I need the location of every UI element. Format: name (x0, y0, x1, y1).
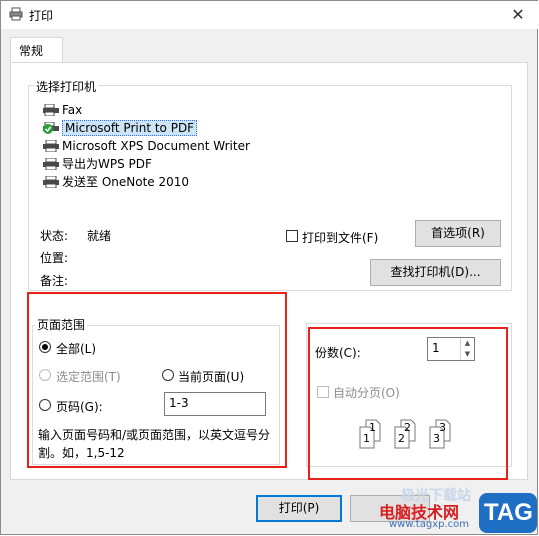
page-range-highlight (27, 292, 287, 468)
find-printer-button[interactable]: 查找打印机(D)... (370, 259, 501, 286)
default-printer-icon (43, 122, 59, 134)
printer-item-fax[interactable]: Fax (41, 101, 291, 119)
title-bar: 打印 ✕ (1, 1, 538, 29)
print-to-file-label[interactable]: 打印到文件(F) (302, 229, 378, 246)
window-title: 打印 (29, 9, 54, 23)
printer-item-xps-writer[interactable]: Microsoft XPS Document Writer (41, 137, 291, 155)
printer-app-icon (9, 7, 23, 21)
printer-icon (43, 158, 59, 170)
watermark: 极光下载站 电脑技术网 www.tagxp.com TAG (373, 485, 539, 535)
select-printer-label: 选择打印机 (34, 78, 99, 95)
preferences-button[interactable]: 首选项(R) (415, 220, 501, 247)
printer-icon (43, 176, 59, 188)
close-icon[interactable]: ✕ (508, 5, 528, 25)
watermark-url-text: www.tagxp.com (389, 519, 469, 530)
status-value: 就绪 (87, 229, 112, 243)
watermark-tag-logo: TAG (479, 493, 537, 533)
printer-icon (43, 140, 59, 152)
printer-item-wps-pdf[interactable]: 导出为WPS PDF (41, 155, 291, 173)
print-button[interactable]: 打印(P) (256, 495, 342, 522)
status-label: 状态: (40, 229, 69, 243)
copies-highlight (308, 327, 508, 480)
comment-label: 备注: (40, 274, 69, 288)
printer-item-microsoft-print-to-pdf[interactable]: Microsoft Print to PDF (41, 119, 291, 137)
printer-list[interactable]: Fax Microsoft Print to PDF Microsoft XPS… (41, 101, 291, 191)
print-to-file-checkbox[interactable] (286, 230, 298, 242)
fax-printer-icon (43, 104, 59, 116)
watermark-tag-text: TAG (484, 499, 533, 526)
printer-item-onenote[interactable]: 发送至 OneNote 2010 (41, 173, 291, 191)
location-label: 位置: (40, 251, 69, 265)
tab-general[interactable]: 常规 (10, 37, 63, 63)
print-dialog: 打印 ✕ 常规 选择打印机 Fax Microsoft Print to PDF (0, 0, 538, 535)
